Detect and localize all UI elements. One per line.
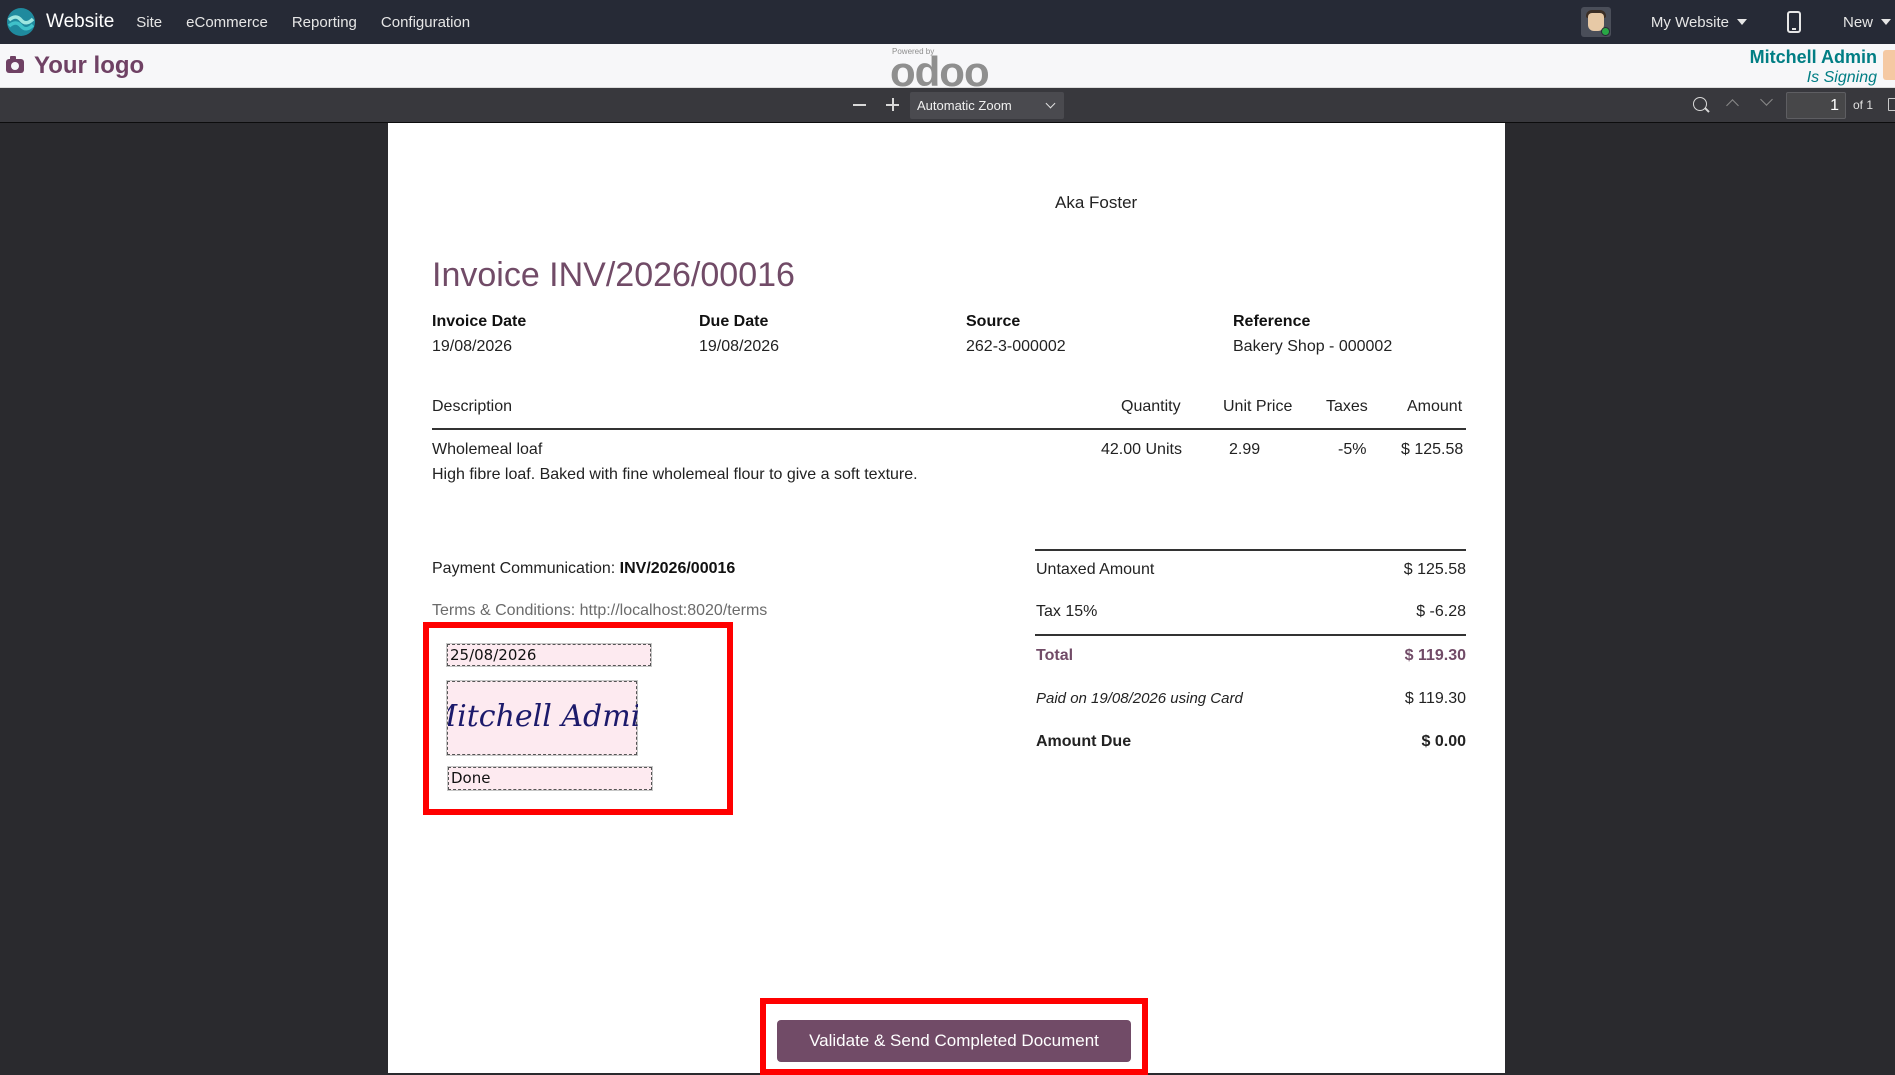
website-selector-label: My Website [1650,13,1729,31]
total-label: Total [1036,647,1074,664]
mobile-preview-icon[interactable] [1786,11,1801,33]
totals-top-divider [1035,549,1466,551]
menu-reporting[interactable]: Reporting [292,14,357,31]
meta-value: 19/08/2026 [432,338,513,355]
tax-value: $ -6.28 [1416,603,1466,620]
menu-site[interactable]: Site [136,14,162,31]
pdf-toolbar: Automatic Zoom 1 of 1 [0,88,1895,123]
meta-source: Source 262-3-000002 [966,313,1066,356]
payment-communication-value: INV/2026/00016 [619,560,736,577]
line-unit-price: 2.99 [1229,441,1261,458]
menu-configuration[interactable]: Configuration [381,14,470,31]
zoom-out-icon[interactable] [851,96,869,114]
invoice-title: Invoice INV/2026/00016 [432,256,795,294]
amount-due-label: Amount Due [1036,733,1132,750]
table-header-divider [432,428,1466,430]
signer-name: Mitchell Admin [1749,47,1877,67]
col-quantity: Quantity [1121,398,1181,415]
odoo-logo: odoo [890,48,990,95]
line-amount: $ 125.58 [1401,441,1464,458]
amount-due-value: $ 0.00 [1421,733,1466,750]
side-panel-toggle[interactable] [1883,50,1895,80]
online-status-dot [1600,27,1610,36]
signer-status: Is Signing [1806,69,1877,86]
website-app-icon[interactable] [6,7,36,37]
untaxed-amount-label: Untaxed Amount [1036,561,1155,578]
new-button[interactable]: New [1843,14,1891,31]
navbar-right: My Website New [1580,0,1895,44]
tools-menu-icon[interactable] [1888,98,1895,111]
new-button-label: New [1842,13,1873,31]
meta-value: 19/08/2026 [699,338,780,355]
logo-text: Your logo [34,52,145,79]
user-avatar[interactable] [1580,7,1611,37]
customer-name: Aka Foster [1055,193,1138,212]
pdf-viewer[interactable]: Aka Foster Invoice INV/2026/00016 Invoic… [0,123,1895,1073]
meta-value: Bakery Shop - 000002 [1233,338,1393,355]
search-icon[interactable] [1693,97,1707,111]
line-product-name: Wholemeal loaf [432,441,543,458]
line-product-detail: High fibre loaf. Baked with fine wholeme… [432,466,918,483]
total-value: $ 119.30 [1404,647,1466,664]
page-number-input[interactable]: 1 [1786,92,1846,119]
untaxed-amount-value: $ 125.58 [1403,561,1466,578]
paid-label: Paid on 19/08/2026 using Card [1036,690,1243,707]
sign-header: Your logo Powered by odoo Mitchell Admin… [0,44,1895,93]
camera-icon [6,56,24,73]
col-taxes: Taxes [1326,398,1368,415]
caret-down-icon [1881,19,1891,25]
totals-divider [1035,634,1466,636]
top-navbar: Website Site eCommerce Reporting Configu… [0,0,1895,44]
menu-ecommerce[interactable]: eCommerce [186,14,268,31]
zoom-select-value: Automatic Zoom [917,98,1012,113]
previous-page-icon[interactable] [1726,99,1739,112]
app-switcher[interactable]: Website Site eCommerce Reporting Configu… [0,0,494,44]
zoom-select[interactable]: Automatic Zoom [910,92,1064,119]
chevron-down-icon [1045,98,1056,109]
powered-by-odoo[interactable]: Powered by odoo [890,46,1020,93]
app-name[interactable]: Website [46,11,114,33]
page-count-label: of 1 [1853,98,1874,112]
meta-label: Invoice Date [432,313,527,330]
signer-info: Mitchell Admin Is Signing [1750,47,1877,87]
sign-area-highlight [423,622,733,815]
paid-value: $ 119.30 [1404,690,1466,707]
payment-communication: Payment Communication: INV/2026/00016 [432,560,735,578]
meta-invoice-date: Invoice Date 19/08/2026 [432,313,526,356]
meta-label: Due Date [699,313,769,330]
meta-value: 262-3-000002 [966,338,1066,355]
tax-label: Tax 15% [1036,603,1098,620]
col-amount: Amount [1407,398,1463,415]
meta-reference: Reference Bakery Shop - 000002 [1233,313,1392,356]
meta-label: Reference [1233,313,1311,330]
col-unit-price: Unit Price [1223,398,1293,415]
validate-send-button[interactable]: Validate & Send Completed Document [777,1020,1131,1062]
terms-and-conditions: Terms & Conditions: http://localhost:802… [432,602,768,619]
line-taxes: -5% [1338,441,1367,458]
col-description: Description [432,398,513,415]
website-selector[interactable]: My Website [1651,14,1747,31]
meta-label: Source [966,313,1021,330]
pdf-page: Aka Foster Invoice INV/2026/00016 Invoic… [388,123,1505,1073]
company-logo[interactable]: Your logo [6,52,144,80]
caret-down-icon [1736,19,1747,25]
line-quantity: 42.00 Units [1101,441,1182,458]
payment-communication-label: Payment Communication: [432,560,616,577]
next-page-icon[interactable] [1760,93,1773,106]
zoom-in-icon[interactable] [884,96,902,114]
meta-due-date: Due Date 19/08/2026 [699,313,779,356]
